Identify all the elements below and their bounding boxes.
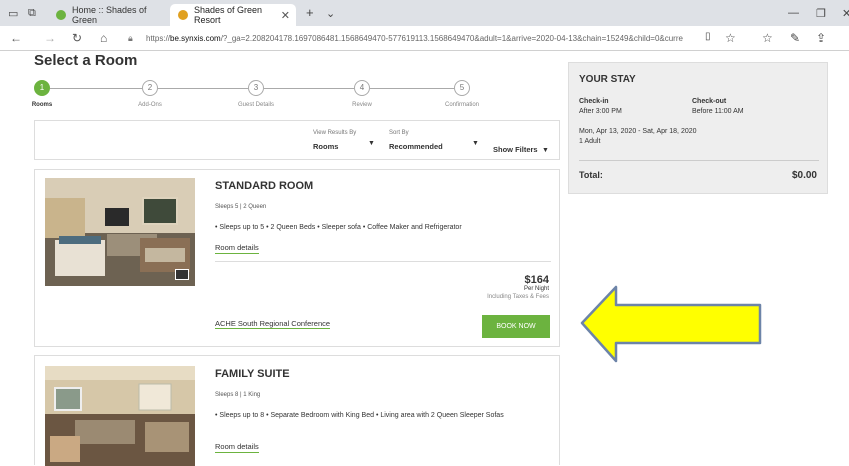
lock-icon: 🔒︎ <box>128 33 133 43</box>
url-host: be.synxis.com <box>170 34 221 43</box>
sort-by-chevron-down-icon[interactable]: ▼ <box>472 140 479 147</box>
favorites-hub-icon[interactable]: ☆ <box>762 31 773 45</box>
annotation-arrow-icon <box>580 285 762 363</box>
share-icon[interactable]: ⇪ <box>816 31 826 45</box>
room-details-link[interactable]: Room details <box>215 243 259 254</box>
step-2-circle: 2 <box>142 80 158 96</box>
new-tab-button[interactable]: + <box>306 5 314 20</box>
step-1-circle: 1 <box>34 80 50 96</box>
room-divider <box>215 261 551 262</box>
address-bar-row: ← → ↻ ⌂ 🔒︎ https://be.synxis.com/?_ga=2.… <box>0 26 849 51</box>
checkin-label: Check-in <box>579 98 609 105</box>
stay-guests: 1 Adult <box>579 138 601 145</box>
tab-actions-icon[interactable]: ▭ <box>8 7 18 20</box>
show-filters-chevron-down-icon: ▼ <box>542 147 549 154</box>
minimize-icon[interactable]: — <box>788 7 799 19</box>
home-icon[interactable]: ⌂ <box>100 31 107 45</box>
back-icon[interactable]: ← <box>10 31 22 45</box>
step-connector <box>264 88 354 89</box>
step-1-label: Rooms <box>31 102 53 108</box>
your-stay-panel: YOUR STAY Check-in After 3:00 PM Check-o… <box>568 62 828 194</box>
forward-icon[interactable]: → <box>44 31 56 45</box>
browser-tab-bar: ▭ ⧉ Home :: Shades of Green Shades of Gr… <box>0 0 849 26</box>
room-price: $164 Per Night Including Taxes & Fees <box>487 274 549 300</box>
refresh-icon[interactable]: ↻ <box>72 31 82 45</box>
page-title: Select a Room <box>34 52 138 69</box>
sort-by-label: Sort By <box>389 130 409 136</box>
close-window-icon[interactable]: ✕ <box>842 7 849 20</box>
step-5-label: Confirmation <box>444 102 480 108</box>
url-prefix: https:// <box>146 34 171 43</box>
room-description: • Sleeps up to 5 • 2 Queen Beds • Sleepe… <box>215 224 462 231</box>
room-card-standard: STANDARD ROOM Sleeps 5 | 2 Queen • Sleep… <box>34 169 560 347</box>
room-occupancy: Sleeps 5 | 2 Queen <box>215 204 267 210</box>
room-photo-image <box>45 178 195 286</box>
step-connector <box>50 88 142 89</box>
view-results-select[interactable]: View Results By Rooms <box>313 130 356 154</box>
stay-dates: Mon, Apr 13, 2020 - Sat, Apr 18, 2020 <box>579 128 697 135</box>
tab-resort[interactable]: Shades of Green Resort ✕ <box>170 4 296 26</box>
stay-divider <box>579 160 819 161</box>
url-rest: /?_ga=2.208204178.1697086481.1568649470-… <box>220 34 683 43</box>
tab-label: Shades of Green Resort <box>194 5 263 25</box>
favicon-icon <box>178 10 188 20</box>
reading-view-icon[interactable]: ▯ <box>705 31 711 42</box>
view-results-label: View Results By <box>313 130 357 136</box>
favicon-icon <box>56 10 66 20</box>
step-connector <box>158 88 248 89</box>
tab-label: Home :: Shades of Green <box>72 5 147 25</box>
checkout-value: Before 11:00 AM <box>692 108 744 115</box>
rate-name-link[interactable]: ACHE South Regional Conference <box>215 319 331 329</box>
close-tab-icon[interactable]: ✕ <box>281 9 290 22</box>
step-5-circle: 5 <box>454 80 470 96</box>
sort-by-value: Recommended <box>389 142 443 151</box>
price-amount: $164 <box>524 274 549 286</box>
photo-gallery-icon[interactable] <box>175 269 189 280</box>
room-details-link[interactable]: Room details <box>215 442 259 453</box>
step-2-label: Add-Ons <box>138 102 162 108</box>
your-stay-title: YOUR STAY <box>579 74 636 85</box>
step-3-label: Guest Details <box>237 102 275 108</box>
view-results-chevron-down-icon[interactable]: ▼ <box>368 140 375 147</box>
show-filters-button[interactable]: Show Filters ▼ <box>493 139 549 157</box>
room-photo[interactable] <box>45 366 195 466</box>
room-occupancy: Sleeps 8 | 1 King <box>215 392 261 398</box>
checkin-value: After 3:00 PM <box>579 108 622 115</box>
room-photo-image <box>45 366 195 466</box>
results-filter-bar: View Results By Rooms ▼ Sort By Recommen… <box>34 120 560 160</box>
price-per-night: Per Night <box>523 286 549 292</box>
room-card-family-suite: FAMILY SUITE Sleeps 8 | 1 King • Sleeps … <box>34 355 560 466</box>
view-results-value: Rooms <box>313 142 339 151</box>
total-value: $0.00 <box>791 170 817 181</box>
total-label: Total: <box>579 170 603 180</box>
progress-stepper: 1 2 3 4 5 Rooms Add-Ons Guest Details Re… <box>31 80 479 112</box>
step-4-circle: 4 <box>354 80 370 96</box>
sort-by-select[interactable]: Sort By Recommended <box>389 130 443 154</box>
step-connector <box>370 88 454 89</box>
tab-list-chevron-icon[interactable]: ⌄ <box>326 7 335 20</box>
step-3-circle: 3 <box>248 80 264 96</box>
room-title: STANDARD ROOM <box>215 180 314 192</box>
tab-preview-icon[interactable]: ⧉ <box>28 7 36 20</box>
restore-icon[interactable]: ❐ <box>816 7 826 20</box>
step-4-label: Review <box>352 102 372 108</box>
price-taxes-note: Including Taxes & Fees <box>487 294 549 300</box>
pen-notes-icon[interactable]: ✎ <box>790 31 800 45</box>
room-photo[interactable] <box>45 178 195 286</box>
url-field[interactable]: 🔒︎ https://be.synxis.com/?_ga=2.20820417… <box>128 30 718 47</box>
checkout-label: Check-out <box>692 98 727 105</box>
room-title: FAMILY SUITE <box>215 368 290 380</box>
favorite-star-icon[interactable]: ☆ <box>725 31 736 45</box>
show-filters-label: Show Filters <box>493 145 538 154</box>
book-now-button[interactable]: BOOK NOW <box>482 315 550 338</box>
tab-home[interactable]: Home :: Shades of Green <box>48 4 168 26</box>
room-description: • Sleeps up to 8 • Separate Bedroom with… <box>215 412 504 419</box>
